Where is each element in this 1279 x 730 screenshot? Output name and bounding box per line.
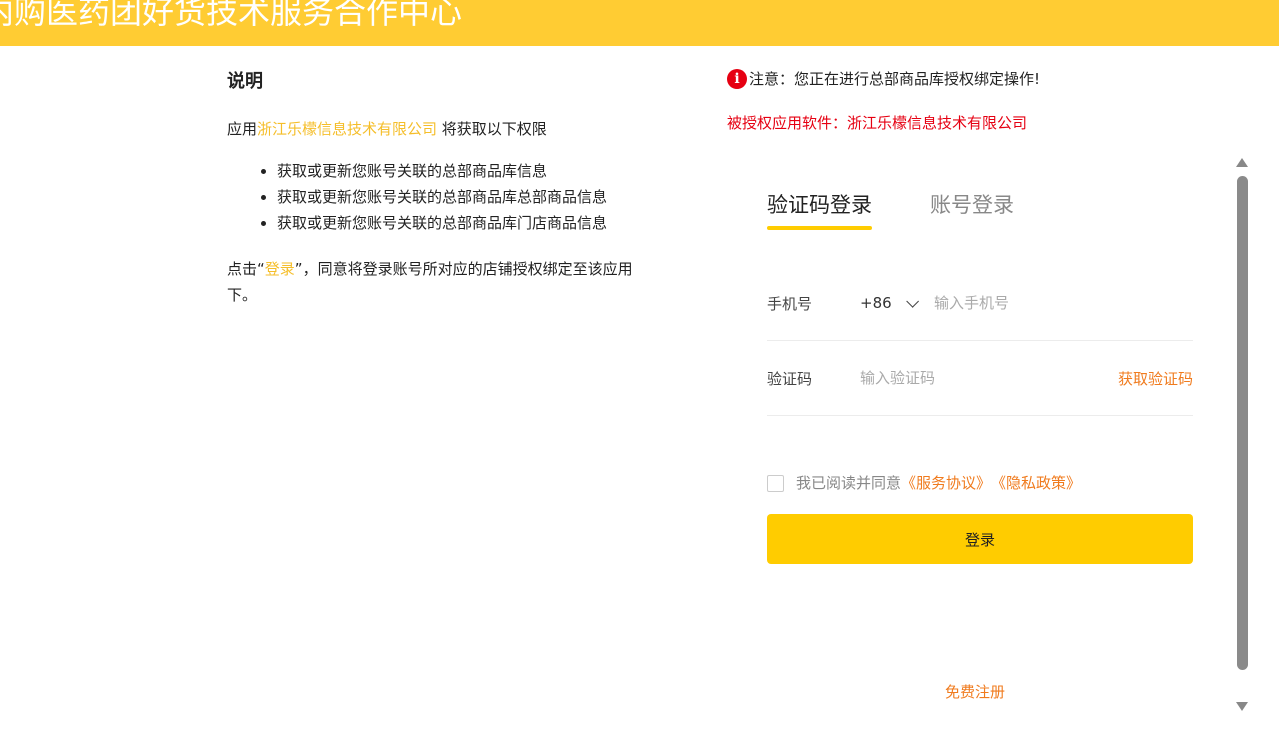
permission-list: 获取或更新您账号关联的总部商品库信息 获取或更新您账号关联的总部商品库总部商品信… [227,158,647,236]
outro-login-text: 登录 [264,260,295,278]
description-title: 说明 [227,71,263,92]
country-code-value: +86 [860,294,892,312]
company-name: 浙江乐檬信息技术有限公司 [257,120,438,138]
intro-suffix: 将获取以下权限 [437,120,547,138]
permission-item: 获取或更新您账号关联的总部商品库信息 [261,158,637,184]
warning-text: 注意：您正在进行总部商品库授权绑定操作! [749,70,1041,88]
code-row: 验证码 获取验证码 [767,341,1193,416]
register-link[interactable]: 免费注册 [945,681,1005,702]
login-tabs: 验证码登录 账号登录 [767,188,1072,230]
agree-text: 我已阅读并同意 [796,474,902,492]
code-label: 验证码 [767,369,813,388]
scroll-down-arrow-icon[interactable] [1236,702,1248,711]
banner-title: 内购医药团好货技术服务合作中心 [0,0,463,31]
scrollbar-thumb[interactable] [1237,176,1248,670]
country-code-select[interactable]: +86 [860,294,934,312]
get-code-button[interactable]: 获取验证码 [1118,368,1193,389]
top-banner: 内购医药团好货技术服务合作中心 [0,0,1279,46]
chevron-down-icon [905,294,919,308]
tab-account-login[interactable]: 账号登录 [930,188,1014,222]
authorized-app-text: 被授权应用软件：浙江乐檬信息技术有限公司 [727,114,1028,132]
scroll-up-arrow-icon[interactable] [1236,158,1248,167]
outro-prefix: 点击“ [227,260,265,278]
description-panel: 说明 应用浙江乐檬信息技术有限公司 将获取以下权限 获取或更新您账号关联的总部商… [227,66,647,308]
login-button[interactable]: 登录 [767,514,1193,564]
warning-notice: i 注意：您正在进行总部商品库授权绑定操作! [727,66,1040,92]
service-agreement-link[interactable]: 《服务协议》 [901,471,991,495]
tab-sms-login[interactable]: 验证码登录 [767,188,872,230]
description-outro: 点击“登录”，同意将登录账号所对应的店铺授权绑定至该应用下。 [227,256,637,308]
agreement-row: 我已阅读并同意 《服务协议》 《隐私政策》 [767,471,1081,495]
description-intro: 应用浙江乐檬信息技术有限公司 将获取以下权限 [227,116,647,142]
phone-label: 手机号 [767,294,813,313]
code-input[interactable] [860,369,1090,387]
permission-item: 获取或更新您账号关联的总部商品库门店商品信息 [261,210,637,236]
phone-input[interactable] [934,294,1184,312]
info-icon: i [727,69,747,89]
agree-checkbox[interactable] [767,474,784,492]
permission-item: 获取或更新您账号关联的总部商品库总部商品信息 [261,184,637,210]
intro-prefix: 应用 [227,120,258,138]
phone-row: 手机号 +86 [767,266,1193,341]
privacy-policy-link[interactable]: 《隐私政策》 [991,471,1081,495]
